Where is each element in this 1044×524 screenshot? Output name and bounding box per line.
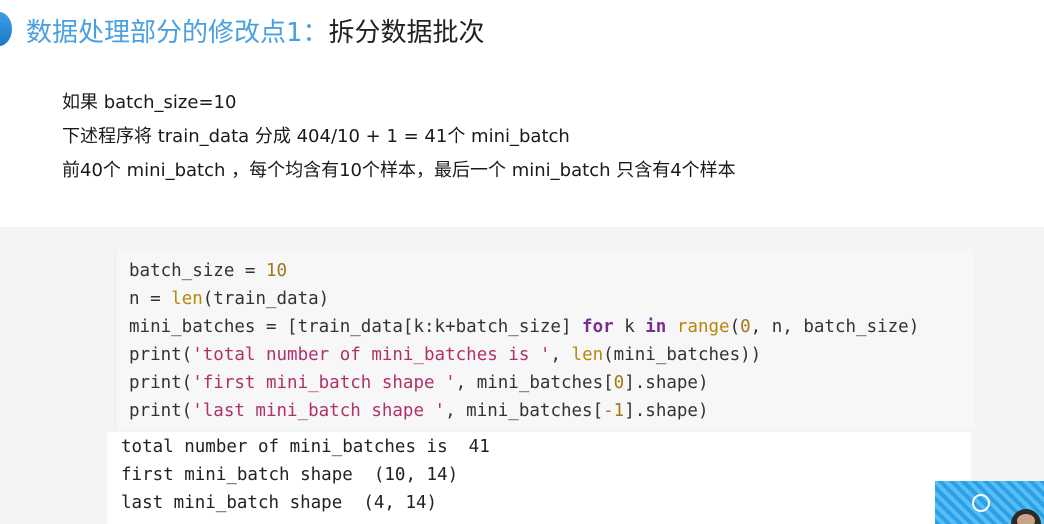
code-token: 0 [613,373,625,393]
code-token: batch_size = [129,261,266,281]
code-token: , mini_batches[ [445,401,604,421]
description-line: 如果 batch_size=10 [62,92,237,113]
code-token: len [571,345,604,365]
slide-marker-icon [0,12,12,46]
output-line: total number of mini_batches is 41 [121,437,490,457]
code-token: mini_batches = [train_data[k:k+batch_siz… [129,317,583,337]
code-token: 10 [265,261,288,281]
output-line: last mini_batch shape (4, 14) [121,493,438,513]
presenter-face [1017,514,1035,524]
circle-icon [972,494,990,512]
code-token: ( [729,317,741,337]
description-line: 下述程序将 train_data 分成 404/10 + 1 = 41个 min… [62,126,570,147]
code-line: print('total number of mini_batches is '… [129,341,919,369]
code-token: n = [129,289,172,309]
code-token: print( [129,373,193,393]
code-line: n = len(train_data) [129,285,919,313]
code-line: batch_size = 10 [129,257,919,285]
code-token: , [550,345,572,365]
code-token: ].shape) [624,401,709,421]
description-block: 如果 batch_size=10 下述程序将 train_data 分成 404… [62,88,736,190]
code-token: (mini_batches)) [603,345,762,365]
code-token: (train_data) [202,289,330,309]
title-prefix: 数据处理部分的修改点1： [26,17,329,48]
code-token: 'last mini_batch shape ' [192,401,446,421]
code-token: , n, batch_size) [750,317,920,337]
cell-output: total number of mini_batches is 41 first… [121,433,490,517]
code-token: k [613,317,646,337]
code-line: print('last mini_batch shape ', mini_bat… [129,397,919,425]
code-token: len [171,289,203,309]
webcam-thumbnail [935,481,1044,524]
code-token: print( [129,401,193,421]
code-token: ].shape) [624,373,709,393]
code-token: -1 [603,401,625,421]
code-token: for [582,317,614,337]
title-suffix: 拆分数据批次 [328,17,485,48]
code-cell-source[interactable]: batch_size = 10 n = len(train_data) mini_b… [129,257,919,425]
code-token: 'total number of mini_batches is ' [192,345,551,365]
code-token: print( [129,345,193,365]
code-token: 'first mini_batch shape ' [192,373,456,393]
code-token: , mini_batches[ [455,373,614,393]
code-token: in [645,317,667,337]
output-line: first mini_batch shape (10, 14) [121,465,459,485]
description-line: 前40个 mini_batch ，每个均含有10个样本，最后一个 mini_ba… [62,160,736,181]
code-token: range [676,317,730,337]
code-line: mini_batches = [train_data[k:k+batch_siz… [129,313,919,341]
page-title: 数据处理部分的修改点1： 拆分数据批次 [26,10,485,50]
code-line: print('first mini_batch shape ', mini_ba… [129,369,919,397]
code-token: 0 [740,317,751,337]
